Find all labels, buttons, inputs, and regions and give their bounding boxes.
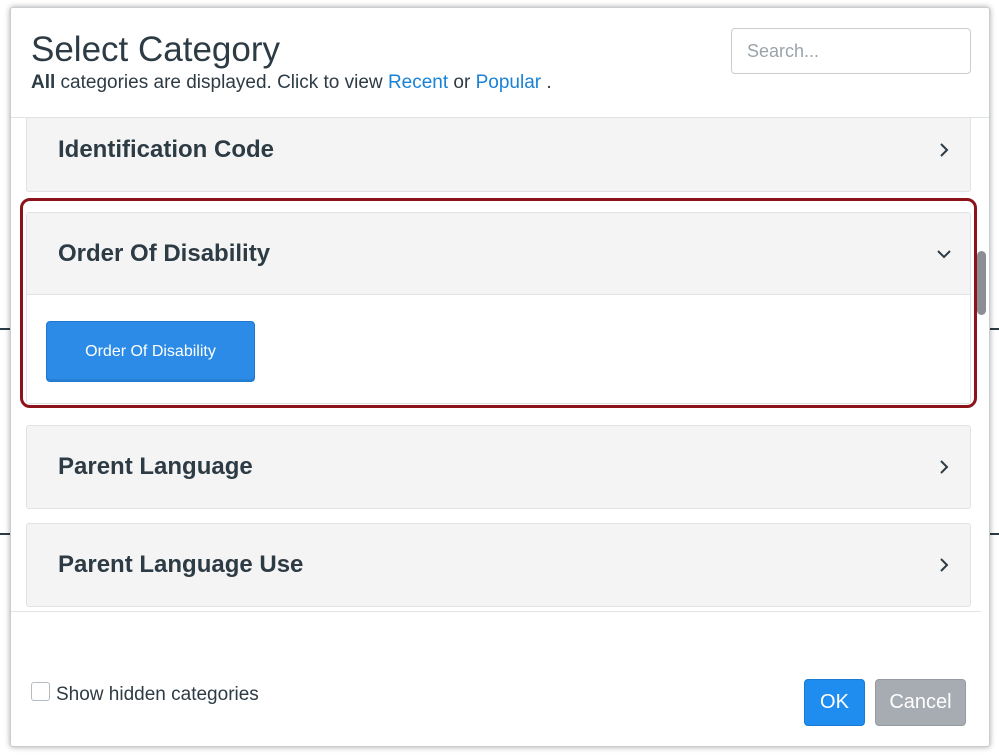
- cancel-button[interactable]: Cancel: [875, 679, 966, 726]
- show-hidden-checkbox[interactable]: [31, 681, 50, 701]
- dialog-header: Select Category All categories are displ…: [11, 8, 989, 118]
- category-header[interactable]: Parent Language Use: [27, 524, 970, 606]
- select-category-dialog: Select Category All categories are displ…: [10, 7, 990, 747]
- popular-link[interactable]: Popular: [476, 72, 542, 93]
- search-input[interactable]: [731, 28, 971, 74]
- list-scrollbar[interactable]: [977, 251, 986, 315]
- chevron-right-icon: [934, 457, 954, 477]
- category-header[interactable]: Order Of Disability: [27, 213, 970, 295]
- category-row-parent-language[interactable]: Parent Language: [26, 425, 971, 509]
- chevron-right-icon: [934, 555, 954, 575]
- ok-button[interactable]: OK: [804, 679, 865, 726]
- show-hidden-label: Show hidden categories: [56, 684, 259, 705]
- category-header[interactable]: Parent Language: [27, 426, 970, 508]
- category-list[interactable]: Identification Code Order Of Disability …: [11, 118, 981, 612]
- dialog-subtitle: All categories are displayed. Click to v…: [31, 72, 552, 94]
- category-row-parent-language-use[interactable]: Parent Language Use: [26, 523, 971, 607]
- show-hidden-toggle[interactable]: Show hidden categories: [31, 681, 259, 706]
- recent-link[interactable]: Recent: [388, 72, 448, 93]
- category-options: Order Of Disability: [27, 295, 970, 403]
- category-option-button[interactable]: Order Of Disability: [46, 321, 255, 382]
- subtitle-text: categories are displayed. Click to view: [55, 72, 388, 93]
- category-row-identification-code[interactable]: Identification Code: [26, 118, 971, 192]
- chevron-right-icon: [934, 140, 954, 160]
- category-header[interactable]: Identification Code: [27, 118, 970, 191]
- all-label: All: [31, 72, 56, 93]
- category-label: Order Of Disability: [58, 239, 271, 267]
- category-row-order-of-disability[interactable]: Order Of Disability Order Of Disability: [26, 212, 971, 404]
- subtitle-or: or: [448, 72, 476, 93]
- category-label: Parent Language Use: [58, 551, 304, 578]
- subtitle-end: .: [541, 72, 552, 93]
- chevron-down-icon: [934, 244, 954, 264]
- category-label: Identification Code: [58, 136, 274, 163]
- category-label: Parent Language: [58, 453, 253, 480]
- dialog-title: Select Category: [31, 30, 281, 69]
